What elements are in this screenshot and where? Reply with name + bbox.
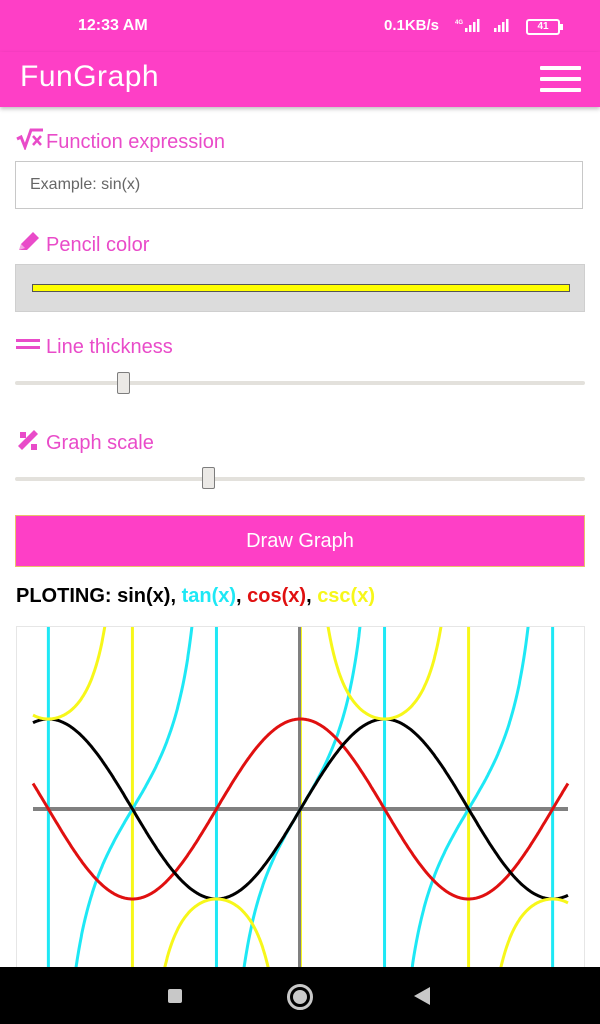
plot-function-cos: cos(x) xyxy=(247,585,307,607)
pencil-color-swatch xyxy=(32,284,570,292)
line-thickness-slider-track[interactable] xyxy=(15,381,585,385)
function-expression-field[interactable] xyxy=(15,161,583,209)
home-icon[interactable] xyxy=(287,984,313,1010)
graph-scale-slider-track[interactable] xyxy=(15,477,585,481)
graph-plot xyxy=(31,627,570,967)
network-speed: 0.1KB/s xyxy=(384,17,440,34)
pencil-icon xyxy=(16,231,46,259)
plot-separator: , xyxy=(236,585,248,607)
app-bar: FunGraph xyxy=(0,52,600,107)
line-thickness-label: Line thickness xyxy=(46,335,173,358)
draw-graph-button[interactable]: Draw Graph xyxy=(15,515,585,567)
function-expression-label-row: Function expression xyxy=(16,128,225,156)
signal-icon xyxy=(494,19,509,32)
app-title: FunGraph xyxy=(20,60,160,93)
graph-canvas[interactable] xyxy=(16,626,585,967)
back-icon[interactable] xyxy=(414,987,430,1005)
plotting-legend: PLOTING: sin(x), tan(x), cos(x), csc(x) xyxy=(16,585,375,608)
function-expression-label: Function expression xyxy=(46,130,225,153)
function-expression-input[interactable] xyxy=(16,162,582,208)
line-thickness-label-row: Line thickness xyxy=(16,333,173,361)
square-root-x-icon xyxy=(16,128,46,156)
signal-4g-icon: 4G xyxy=(455,19,480,32)
plot-separator: , xyxy=(170,585,182,607)
plot-separator: , xyxy=(306,585,318,607)
ruler-pencil-icon xyxy=(16,428,46,458)
graph-scale-label: Graph scale xyxy=(46,431,154,454)
equals-lines-icon xyxy=(16,333,46,361)
graph-scale-slider-thumb[interactable] xyxy=(202,467,216,489)
hamburger-menu-icon[interactable] xyxy=(540,64,582,94)
line-thickness-slider-thumb[interactable] xyxy=(116,372,130,394)
pencil-color-picker[interactable] xyxy=(15,264,585,312)
plotting-prefix: PLOTING: xyxy=(16,585,118,607)
plot-function-csc: csc(x) xyxy=(317,585,375,607)
signal-label: 4G xyxy=(455,20,463,26)
plot-function-tan: tan(x) xyxy=(181,585,237,607)
battery-icon: 41 xyxy=(526,19,563,35)
recent-apps-icon[interactable] xyxy=(168,989,182,1003)
pencil-color-label: Pencil color xyxy=(46,233,150,256)
status-time: 12:33 AM xyxy=(78,17,148,34)
navigation-bar xyxy=(0,967,600,1024)
plot-function-sin: sin(x) xyxy=(117,585,171,607)
graph-scale-label-row: Graph scale xyxy=(16,428,154,458)
pencil-color-label-row: Pencil color xyxy=(16,231,149,259)
status-bar: 12:33 AM 0.1KB/s 4G 41 xyxy=(0,0,600,52)
